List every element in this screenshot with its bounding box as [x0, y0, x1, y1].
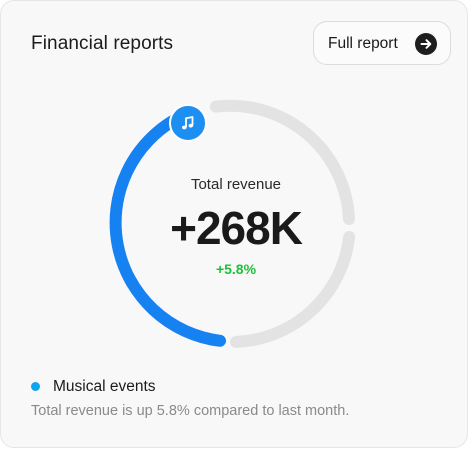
- music-note-icon: [169, 104, 207, 142]
- legend-dot-musical-events: [31, 382, 40, 391]
- legend-label-musical-events: Musical events: [53, 378, 156, 395]
- financial-reports-card: Financial reports Full report Total reve…: [0, 0, 468, 448]
- arrow-right-icon: [415, 33, 437, 55]
- revenue-footnote: Total revenue is up 5.8% compared to las…: [31, 403, 350, 419]
- total-revenue-value: +268K: [170, 202, 303, 254]
- full-report-label: Full report: [328, 35, 398, 52]
- total-revenue-label: Total revenue: [190, 176, 282, 193]
- revenue-change-badge: +5.8%: [215, 261, 257, 277]
- full-report-button[interactable]: Full report: [313, 21, 451, 65]
- card-title: Financial reports: [31, 33, 174, 54]
